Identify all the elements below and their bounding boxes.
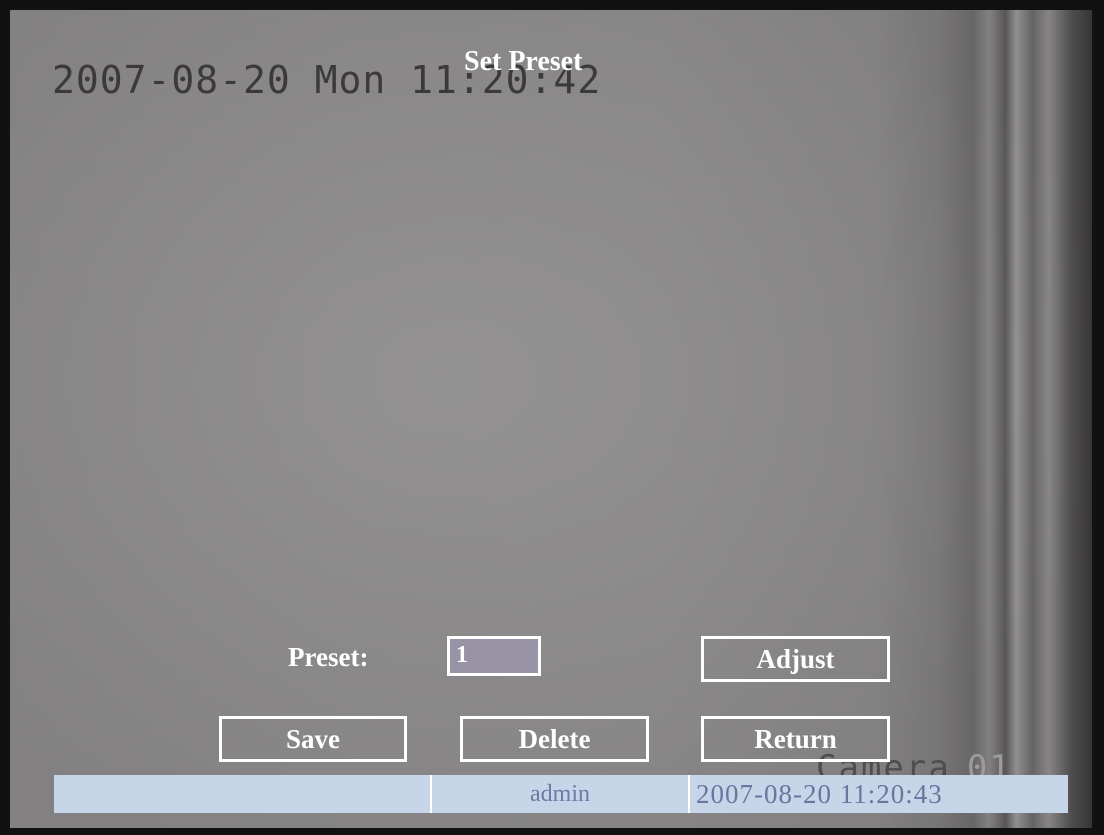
dvr-screen: 2007-08-20 Mon 11:20:42 Set Preset Prese… [0,0,1104,835]
save-button[interactable]: Save [219,716,407,762]
return-button[interactable]: Return [701,716,890,762]
menu-title: Set Preset [464,46,583,77]
status-bar: admin 2007-08-20 11:20:43 [54,775,1068,813]
camera-video-feed: 2007-08-20 Mon 11:20:42 [10,10,1092,828]
status-bar-left [54,775,432,813]
status-user: admin [432,775,690,813]
delete-button[interactable]: Delete [460,716,649,762]
status-datetime: 2007-08-20 11:20:43 [690,775,1068,813]
preset-label: Preset: [288,642,369,672]
preset-input[interactable]: 1 [447,636,541,676]
adjust-button[interactable]: Adjust [701,636,890,682]
